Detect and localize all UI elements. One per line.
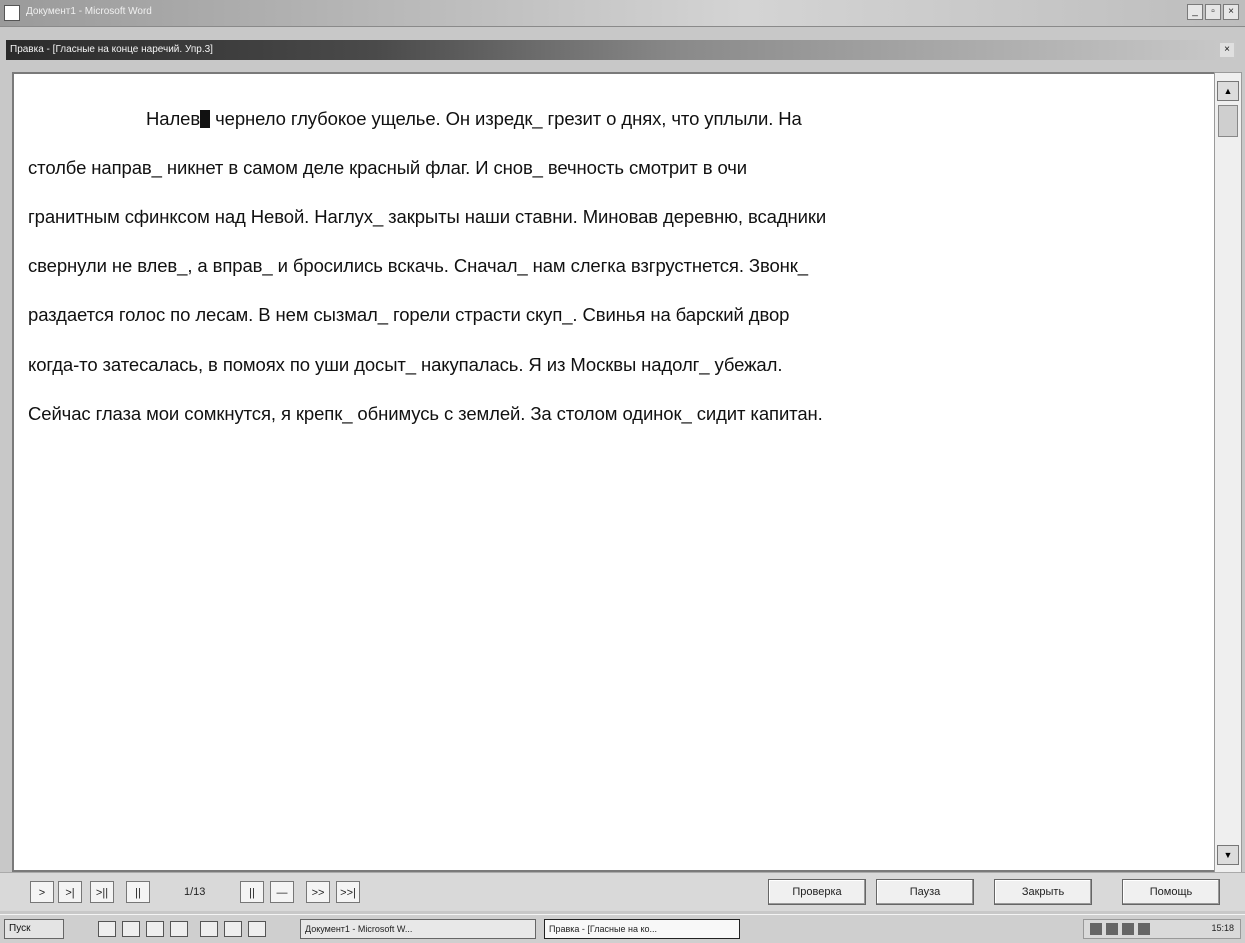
text-line: Сейчас глаза мои сомкнутся, я крепк_ обн… (28, 402, 823, 424)
pause-button[interactable]: Пауза (876, 879, 974, 905)
browser-icon[interactable] (170, 921, 188, 937)
doc-window-title: Правка - [Гласные на конце наречий. Упр.… (10, 44, 213, 55)
nav-next-button[interactable]: > (30, 881, 54, 903)
window-controls: _ ▫ × (1187, 4, 1239, 20)
media-icon[interactable] (248, 921, 266, 937)
nav-stop-button[interactable]: || (240, 881, 264, 903)
app-title: Документ1 - Microsoft Word (26, 6, 152, 17)
nav-end-button[interactable]: >>| (336, 881, 360, 903)
text-line-1-rest: чернело глубокое ущелье. Он изредк_ грез… (215, 107, 802, 129)
nav-pause-button[interactable]: || (126, 881, 150, 903)
text-line: свернули не влев_, а вправ_ и бросились … (28, 255, 808, 277)
scroll-down-arrow-icon[interactable]: ▼ (1217, 845, 1239, 865)
scroll-thumb[interactable] (1218, 105, 1238, 137)
nav-line-button[interactable]: — (270, 881, 294, 903)
minimize-button[interactable]: _ (1187, 4, 1203, 20)
nav-forward-button[interactable]: >> (306, 881, 330, 903)
taskbar-word-document[interactable]: Документ1 - Microsoft W... (300, 919, 536, 939)
text-cursor (200, 109, 211, 128)
text-line: раздается голос по лесам. В нем сызмал_ … (28, 304, 790, 326)
text-line: когда-то затесалась, в помоях по уши дос… (28, 353, 783, 375)
explorer-icon[interactable] (122, 921, 140, 937)
exercise-toolbar: > >| >|| || 1/13 || — >> >>| Проверка Па… (0, 872, 1245, 911)
word-icon[interactable] (146, 921, 164, 937)
maximize-button[interactable]: ▫ (1205, 4, 1221, 20)
tray-icon[interactable] (1138, 923, 1150, 935)
document-text[interactable]: Налев чернело глубокое ущелье. Он изредк… (28, 82, 1208, 426)
tray-icon[interactable] (1122, 923, 1134, 935)
outlook-icon[interactable] (200, 921, 218, 937)
tray-icon[interactable] (1090, 923, 1102, 935)
doc-window-title-bar: Правка - [Гласные на конце наречий. Упр.… (6, 40, 1236, 60)
channels-icon[interactable] (224, 921, 242, 937)
text-line: столбе направ_ никнет в самом деле красн… (28, 156, 748, 178)
desktop-icon[interactable] (98, 921, 116, 937)
nav-last-button[interactable]: >| (58, 881, 82, 903)
text-line-1-start: Налев (146, 107, 201, 129)
tray-icon[interactable] (1106, 923, 1118, 935)
text-line: гранитным сфинксом над Невой. Наглух_ за… (28, 205, 827, 227)
nav-step-button[interactable]: >|| (90, 881, 114, 903)
clock: 15:18 (1211, 923, 1234, 933)
app-title-bar: Документ1 - Microsoft Word _ ▫ × (0, 0, 1245, 27)
check-button[interactable]: Проверка (768, 879, 866, 905)
vertical-scrollbar[interactable]: ▲ ▼ (1214, 72, 1242, 874)
page-indicator: 1/13 (184, 886, 206, 898)
scroll-up-arrow-icon[interactable]: ▲ (1217, 81, 1239, 101)
doc-close-button[interactable]: × (1220, 43, 1234, 57)
start-button[interactable]: Пуск (4, 919, 64, 939)
help-button[interactable]: Помощь (1122, 879, 1220, 905)
taskbar: Пуск Документ1 - Microsoft W... Правка -… (0, 914, 1245, 943)
close-button[interactable]: × (1223, 4, 1239, 20)
document-editor[interactable]: Налев чернело глубокое ущелье. Он изредк… (12, 72, 1215, 872)
system-tray: 15:18 (1083, 919, 1241, 939)
word-app-icon[interactable] (4, 5, 20, 21)
close-exercise-button[interactable]: Закрыть (994, 879, 1092, 905)
taskbar-exercise-window[interactable]: Правка - [Гласные на ко... (544, 919, 740, 939)
